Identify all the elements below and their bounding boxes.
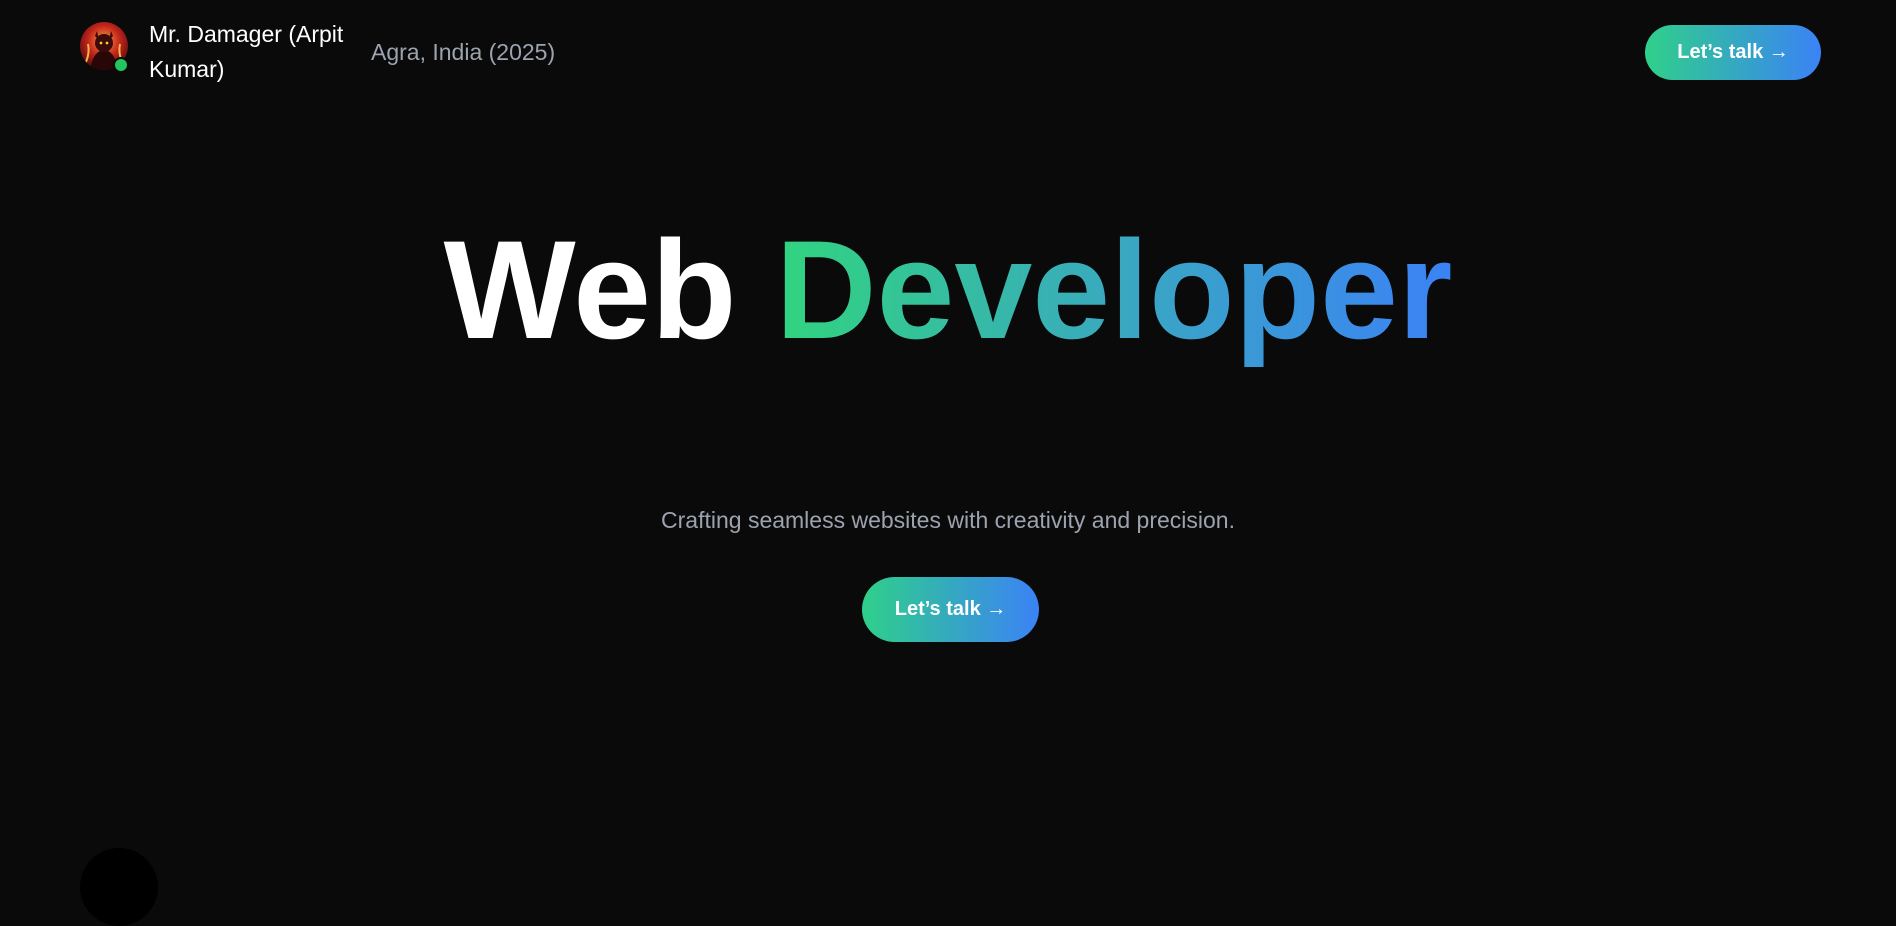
hero-title-developer: Developer [775, 211, 1453, 368]
hero-title: Web Developer [0, 200, 1896, 380]
hero-lets-talk-button[interactable]: Let’s talk → [862, 577, 1039, 642]
hero-subtitle: Crafting seamless websites with creativi… [661, 507, 1235, 533]
profile-avatar[interactable] [80, 22, 129, 73]
profile-name: Mr. Damager (Arpit Kumar) [149, 21, 344, 82]
hero-title-web: Web [443, 211, 776, 368]
header-lets-talk-button[interactable]: Let’s talk → [1645, 25, 1821, 80]
online-status-dot [113, 57, 129, 73]
site-header: Mr. Damager (Arpit Kumar) Agra, India (2… [0, 0, 1896, 106]
floating-circle-button[interactable] [80, 848, 158, 926]
location-text: Agra, India (2025) [371, 39, 556, 65]
